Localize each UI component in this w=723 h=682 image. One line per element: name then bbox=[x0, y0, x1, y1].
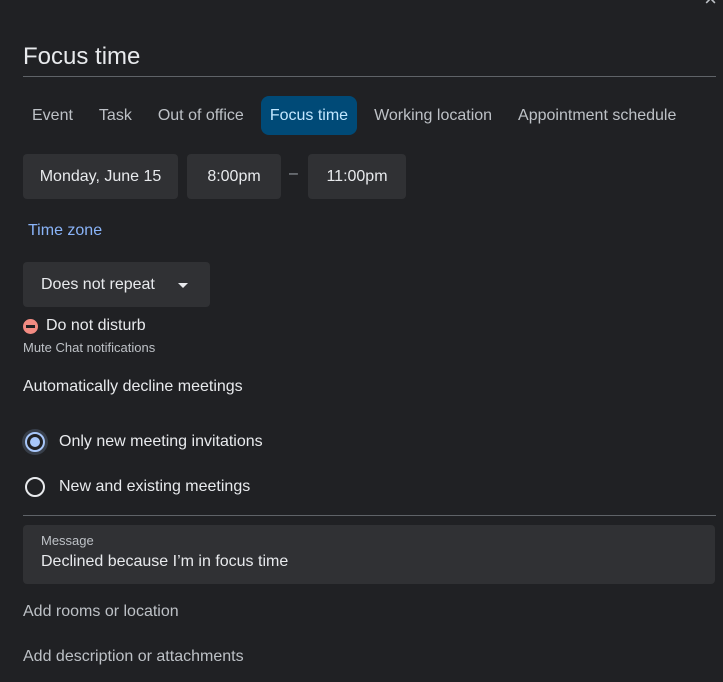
message-input[interactable]: Declined because I’m in focus time bbox=[41, 553, 288, 571]
do-not-disturb-label: Do not disturb bbox=[46, 317, 146, 334]
radio-label[interactable]: New and existing meetings bbox=[59, 478, 250, 496]
repeat-selected-label: Does not repeat bbox=[41, 276, 155, 293]
divider bbox=[23, 515, 716, 516]
radio-option-new-invitations[interactable]: Only new meeting invitations bbox=[25, 430, 263, 454]
event-type-tabs: Event Task Out of office Focus time Work… bbox=[23, 96, 693, 135]
radio-button[interactable] bbox=[25, 477, 45, 497]
close-icon[interactable]: × bbox=[704, 0, 717, 10]
time-range-separator: – bbox=[289, 165, 298, 182]
event-title[interactable]: Focus time bbox=[23, 40, 716, 74]
radio-label[interactable]: Only new meeting invitations bbox=[59, 433, 263, 451]
add-description-link[interactable]: Add description or attachments bbox=[23, 648, 244, 666]
tab-event[interactable]: Event bbox=[23, 96, 82, 135]
repeat-dropdown[interactable]: Does not repeat bbox=[23, 262, 210, 307]
message-label: Message bbox=[41, 533, 94, 548]
radio-option-new-and-existing[interactable]: New and existing meetings bbox=[25, 475, 250, 499]
tab-out-of-office[interactable]: Out of office bbox=[149, 96, 253, 135]
tab-focus-time[interactable]: Focus time bbox=[260, 96, 358, 135]
mute-chat-sublabel: Mute Chat notifications bbox=[23, 340, 156, 355]
tab-working-location[interactable]: Working location bbox=[365, 96, 501, 135]
tab-appointment-schedule[interactable]: Appointment schedule bbox=[509, 96, 685, 135]
add-rooms-location-link[interactable]: Add rooms or location bbox=[23, 603, 179, 621]
title-field[interactable]: Focus time bbox=[23, 40, 716, 77]
radio-button-checked[interactable] bbox=[25, 432, 45, 452]
do-not-disturb-row: Do not disturb bbox=[23, 316, 146, 336]
decline-message-field[interactable]: Message Declined because I’m in focus ti… bbox=[23, 525, 715, 584]
start-time-button[interactable]: 8:00pm bbox=[187, 154, 281, 199]
tab-task[interactable]: Task bbox=[90, 96, 141, 135]
date-picker-button[interactable]: Monday, June 15 bbox=[23, 154, 178, 199]
time-zone-link[interactable]: Time zone bbox=[28, 222, 102, 240]
end-time-button[interactable]: 11:00pm bbox=[308, 154, 406, 199]
do-not-disturb-icon bbox=[23, 318, 38, 334]
auto-decline-heading: Automatically decline meetings bbox=[23, 378, 243, 395]
chevron-down-icon bbox=[178, 283, 188, 288]
